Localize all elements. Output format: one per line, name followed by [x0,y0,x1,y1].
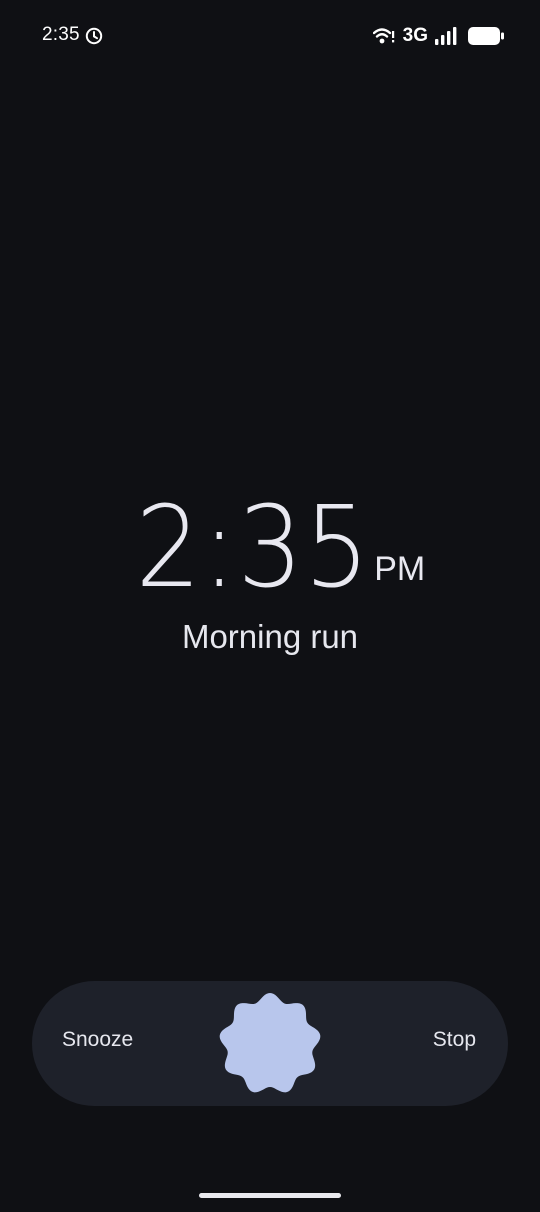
battery-icon [468,27,504,45]
signal-icon [435,27,457,45]
alarm-clock-icon [85,27,103,45]
status-time: 2:35 [42,24,80,45]
gesture-nav-handle[interactable] [199,1193,341,1198]
status-bar: 2:35 3G [0,0,540,72]
stop-button[interactable]: Stop [433,1028,476,1052]
snooze-button[interactable]: Snooze [62,1028,133,1052]
dismiss-handle-icon[interactable] [216,990,324,1098]
alarm-time: 2:35 [135,483,371,613]
wifi-icon [372,28,394,44]
alarm-label: Morning run [181,618,359,655]
alarm-time-line: 2:35 PM [115,483,426,613]
alarm-clock-display: 2:35 PM [0,488,540,608]
status-icons: 3G [372,22,504,50]
alarm-ampm: PM [374,550,426,588]
network-type-label: 3G [402,25,428,46]
